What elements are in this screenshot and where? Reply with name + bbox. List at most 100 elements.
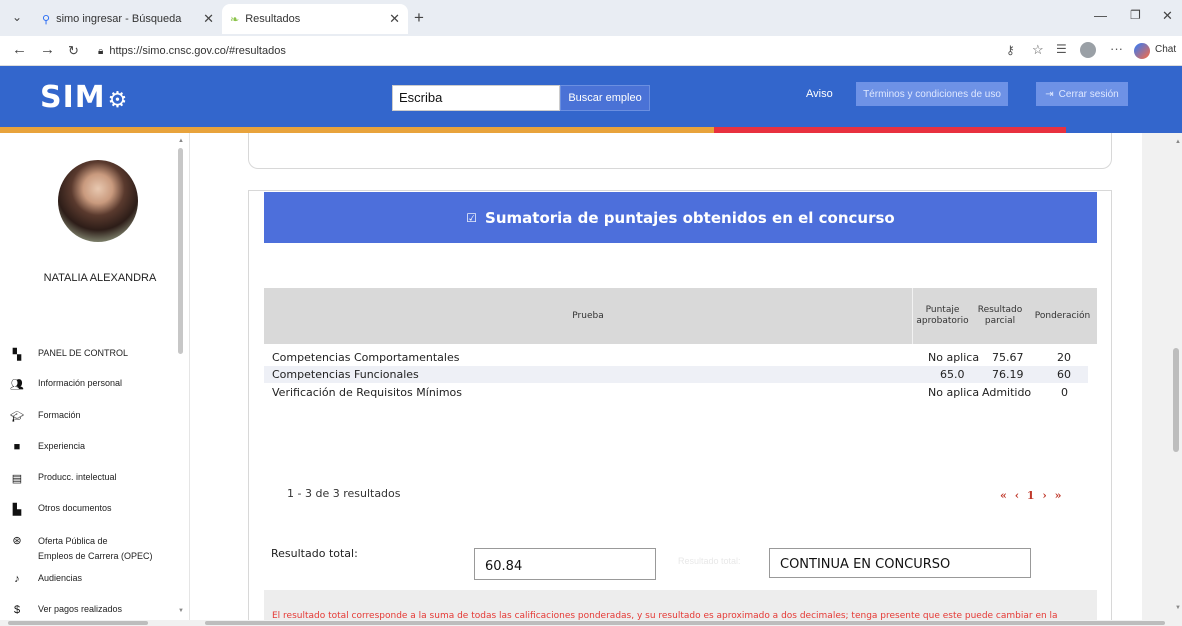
cell-resultado: 76.19	[992, 368, 1024, 381]
globe-icon: ⊛	[12, 535, 22, 547]
search-button[interactable]: Buscar empleo	[560, 85, 650, 111]
profile-icon[interactable]	[1080, 42, 1096, 58]
copilot-icon[interactable]	[1134, 43, 1150, 59]
previous-card	[248, 133, 1112, 169]
cell-prueba: Competencias Funcionales	[272, 368, 419, 381]
tab-list-chevron-icon[interactable]: ⌄	[12, 10, 22, 24]
dashboard-icon: ▚	[12, 349, 22, 361]
table-row: Verificación de Requisitos Mínimos No ap…	[264, 384, 1088, 401]
logout-button[interactable]: ⇥ Cerrar sesión	[1036, 82, 1128, 106]
page-scrollbar-thumb[interactable]	[1173, 348, 1179, 452]
people-icon: 👥︎	[10, 379, 24, 391]
col-ponderacion: Ponderación	[1034, 310, 1091, 321]
audience-icon: ♪	[14, 573, 20, 585]
pagination-info: 1 - 3 de 3 resultados	[287, 487, 401, 500]
cell-prueba: Competencias Comportamentales	[272, 351, 460, 364]
table-header: Prueba Puntaje aprobatorio Resultado par…	[264, 288, 1097, 344]
graduation-icon: 🎓︎	[10, 411, 24, 423]
sidebar-item-personal[interactable]: 👥︎ Información personal	[10, 378, 122, 391]
logo-gear-icon: ⚙	[107, 88, 129, 113]
result-total-ghost-label: Resultado total:	[678, 556, 741, 566]
sidebar-item-formacion[interactable]: 🎓︎ Formación	[10, 410, 81, 423]
simo-logo[interactable]: SIM⚙	[40, 80, 128, 115]
chat-label[interactable]: Chat	[1155, 44, 1176, 55]
sidebar-item-opec[interactable]: ⊛ Oferta Pública de Empleos de Carrera (OP…	[10, 534, 153, 564]
result-status: CONTINUA EN CONCURSO	[769, 548, 1031, 578]
sidebar-item-pagos[interactable]: $ Ver pagos realizados	[10, 604, 122, 616]
col-prueba: Prueba	[572, 310, 604, 321]
url-text: https://simo.cnsc.gov.co/#resultados	[109, 45, 286, 57]
reload-icon[interactable]: ↻	[68, 43, 79, 59]
sidebar-item-label: Información personal	[38, 378, 123, 388]
cell-ponderacion: 0	[1061, 386, 1068, 399]
sidebar-scrollbar[interactable]	[178, 148, 183, 354]
browser-tab-bar: ⌄ ⚲ simo ingresar - Búsqueda ✕ ❧ Resulta…	[0, 0, 1182, 36]
sidebar-item-experiencia[interactable]: ■ Experiencia	[10, 441, 85, 453]
logout-label: Cerrar sesión	[1058, 88, 1119, 100]
collections-icon[interactable]: ☰	[1056, 42, 1067, 56]
sidebar-item-label: Audiencias	[38, 573, 83, 583]
table-row: Competencias Comportamentales No aplica …	[264, 349, 1088, 366]
briefcase-icon: ■	[13, 441, 21, 453]
scroll-down-icon[interactable]: ▼	[178, 608, 184, 614]
window-close-icon[interactable]: ✕	[1162, 8, 1173, 24]
minimize-icon[interactable]: —	[1094, 8, 1107, 23]
pagination-controls[interactable]: « ‹ 1 › »	[1000, 489, 1064, 502]
leaf-icon: ❧	[230, 13, 240, 26]
key-icon[interactable]: ⚷	[1006, 43, 1015, 57]
cell-prueba: Verificación de Requisitos Mínimos	[272, 386, 463, 399]
opec-label-line2: Empleos de Carrera (OPEC)	[38, 551, 153, 561]
sidebar-item-panel[interactable]: ▚ PANEL DE CONTROL	[10, 348, 128, 361]
aviso-link[interactable]: Aviso	[806, 88, 833, 100]
col-puntaje: Puntaje aprobatorio	[912, 288, 972, 344]
lock-icon: 🔒︎	[98, 45, 104, 57]
scroll-up-icon[interactable]: ▲	[1175, 139, 1181, 145]
scroll-down-icon[interactable]: ▼	[1175, 605, 1181, 611]
results-banner: ☑ Sumatoria de puntajes obtenidos en el c…	[264, 192, 1097, 243]
col-resultado: Resultado parcial	[977, 305, 1023, 326]
tab-resultados[interactable]: ❧ Resultados ✕	[222, 4, 408, 34]
sidebar-item-audiencias[interactable]: ♪ Audiencias	[10, 573, 82, 585]
sidebar-item-label: Producc. intelectual	[38, 472, 117, 482]
cell-resultado: Admitido	[982, 386, 1032, 399]
search-icon: ⚲	[42, 13, 51, 26]
back-icon[interactable]: ←	[12, 41, 27, 58]
dollar-icon: $	[13, 604, 21, 616]
sidebar-item-documentos[interactable]: ▙ Otros documentos	[10, 503, 112, 516]
sidebar-item-label: Formación	[38, 410, 81, 420]
new-tab-icon[interactable]: +	[414, 8, 424, 28]
cell-puntaje: No aplica	[928, 351, 980, 364]
table-row: Competencias Funcionales 65.0 76.19 60	[264, 366, 1088, 383]
tab-label: simo ingresar - Búsqueda	[56, 13, 182, 25]
result-total-value: 60.84	[474, 548, 656, 580]
cell-puntaje: No aplica	[928, 386, 980, 399]
logout-icon: ⇥	[1045, 88, 1054, 100]
sidebar-item-label: Ver pagos realizados	[38, 604, 123, 614]
scroll-up-icon[interactable]: ▲	[178, 138, 184, 144]
cell-ponderacion: 20	[1057, 351, 1071, 364]
main-hscroll-thumb[interactable]	[205, 621, 1165, 625]
close-icon[interactable]: ✕	[389, 11, 400, 27]
more-icon[interactable]: ···	[1110, 41, 1123, 56]
opec-label-line1: Oferta Pública de	[38, 536, 108, 546]
document-icon: ▙	[12, 504, 22, 516]
close-icon[interactable]: ✕	[203, 11, 214, 27]
search-input[interactable]: Escriba	[392, 85, 560, 111]
result-total-label: Resultado total:	[271, 547, 358, 560]
publication-icon: ▤	[11, 473, 23, 485]
sidebar-hscroll-thumb[interactable]	[8, 621, 148, 625]
sidebar-item-label: PANEL DE CONTROL	[38, 348, 129, 358]
cell-ponderacion: 60	[1057, 368, 1071, 381]
cell-resultado: 75.67	[992, 351, 1024, 364]
calendar-check-icon: ☑	[466, 210, 478, 225]
restore-icon[interactable]: ❐	[1130, 8, 1141, 22]
tab-busqueda[interactable]: ⚲ simo ingresar - Búsqueda ✕	[34, 4, 222, 34]
forward-icon[interactable]: →	[40, 41, 55, 58]
terms-button[interactable]: Términos y condiciones de uso	[856, 82, 1008, 106]
sidebar-item-produccion[interactable]: ▤ Producc. intelectual	[10, 472, 117, 485]
avatar	[58, 160, 138, 242]
logo-text: SIM	[40, 80, 106, 115]
favorite-star-icon[interactable]: ☆	[1032, 42, 1044, 58]
url-field[interactable]: 🔒︎ https://simo.cnsc.gov.co/#resultados	[98, 40, 938, 62]
sidebar-item-label: Oferta Pública de Empleos de Carrera (OPE…	[38, 534, 153, 564]
